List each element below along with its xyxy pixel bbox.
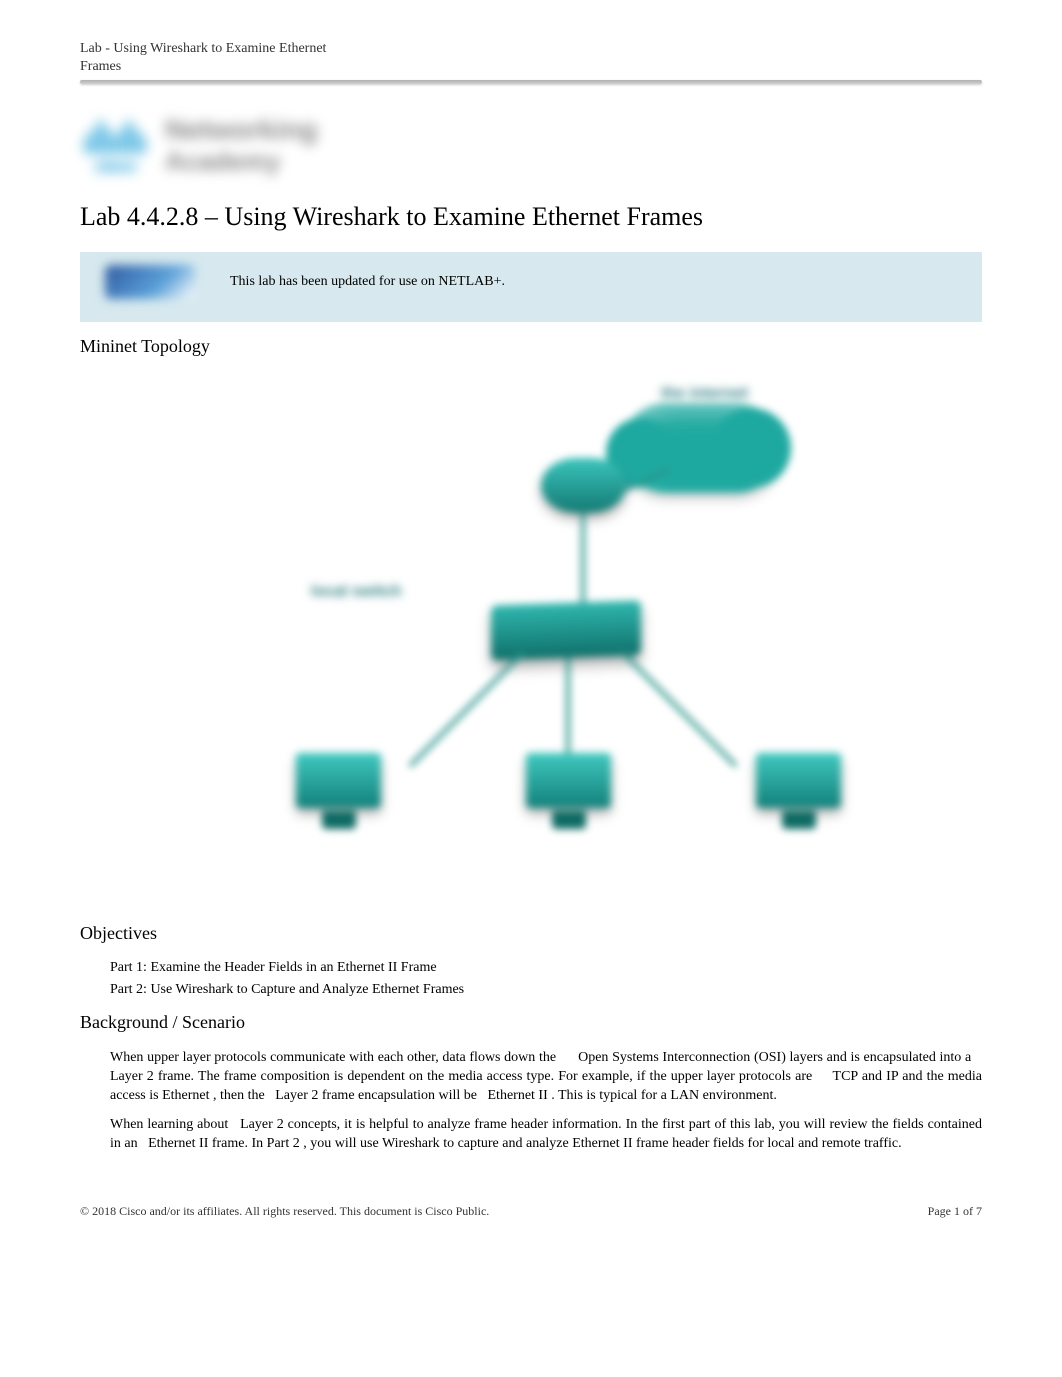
header-rule (80, 80, 982, 84)
page-footer: © 2018 Cisco and/or its affiliates. All … (80, 1204, 982, 1219)
header-line1: Lab - Using Wireshark to Examine Etherne… (80, 40, 982, 58)
p1-text-c: ) layers and is encapsulated into a (781, 1050, 975, 1065)
topology-diagram: the internet local switch (80, 373, 982, 893)
link-switch-pc3 (622, 652, 738, 768)
footer-copyright: © 2018 Cisco and/or its affiliates. All … (80, 1204, 489, 1219)
objective-part1: Part 1: Examine the Header Fields in an … (110, 960, 982, 976)
p1-ip: IP (886, 1069, 898, 1084)
p1-text-h: . This is typical for a LAN environment. (551, 1088, 777, 1103)
p2-text-d: , you will use (303, 1136, 382, 1151)
p1-text-d: frame. The frame composition is dependen… (158, 1069, 816, 1084)
p2-ethii2: Ethernet II (572, 1136, 632, 1151)
p1-layer2-2: Layer 2 (275, 1088, 318, 1103)
objective-part2: Part 2: Use Wireshark to Capture and Ana… (110, 982, 982, 998)
p2-part2: Part 2 (267, 1136, 300, 1151)
link-switch-pc1 (408, 652, 524, 768)
page-title: Lab 4.4.2.8 – Using Wireshark to Examine… (80, 202, 982, 232)
link-router-switch (581, 513, 585, 608)
background-para-1: When upper layer protocols communicate w… (110, 1049, 982, 1106)
p2-ethii: Ethernet II (148, 1136, 208, 1151)
cisco-logo-icon: cisco (85, 114, 145, 177)
footer-page-number: Page 1 of 7 (928, 1204, 982, 1219)
pc2-icon (521, 753, 616, 838)
link-switch-pc2 (566, 658, 570, 758)
p1-osi: OSI (759, 1050, 782, 1065)
topology-cloud-label: the internet (661, 385, 748, 403)
netlab-banner: This lab has been updated for use on NET… (80, 252, 982, 322)
p2-text-f: frame header fields for local and remote… (636, 1136, 902, 1151)
p1-text-g: frame encapsulation will be (322, 1088, 481, 1103)
p2-text-a: When learning about (110, 1117, 232, 1132)
switch-icon (491, 601, 641, 661)
netlab-notice-text: This lab has been updated for use on NET… (230, 274, 505, 291)
logo-line2: Academy (165, 146, 317, 177)
objectives-heading: Objectives (80, 923, 982, 944)
pc1-icon (291, 753, 386, 838)
logo-line1: Networking (165, 114, 317, 146)
p1-eth: Ethernet (162, 1088, 209, 1103)
p2-text-c: frame. In (212, 1136, 267, 1151)
p1-and1: and (862, 1069, 886, 1084)
background-para-2: When learning about Layer 2 concepts, it… (110, 1116, 982, 1154)
objectives-list: Part 1: Examine the Header Fields in an … (110, 960, 982, 998)
pc3-icon (751, 753, 846, 838)
p1-layer2-1: Layer 2 (110, 1069, 154, 1084)
p2-text-e: to capture and analyze (443, 1136, 572, 1151)
topology-switch-label: local switch (311, 583, 402, 601)
cisco-brand-text: cisco (94, 156, 135, 177)
p1-osi-full: Open Systems Interconnection (578, 1050, 750, 1065)
background-heading: Background / Scenario (80, 1012, 982, 1033)
p1-text-f: , then the (213, 1088, 268, 1103)
cisco-bars-icon (85, 114, 145, 154)
cisco-networking-academy-logo: cisco Networking Academy (80, 114, 982, 177)
p2-wireshark: Wireshark (382, 1136, 440, 1151)
p1-tcp: TCP (833, 1069, 858, 1084)
header-doc-label: Lab - Using Wireshark to Examine Etherne… (80, 40, 982, 76)
p1-ethii: Ethernet II (488, 1088, 548, 1103)
academy-logo-text: Networking Academy (165, 114, 317, 177)
ndg-logo-icon (90, 262, 210, 302)
header-line2: Frames (80, 58, 982, 76)
router-icon (541, 458, 626, 513)
p1-text-a: When upper layer protocols communicate w… (110, 1050, 560, 1065)
topology-heading: Mininet Topology (80, 336, 982, 357)
p2-layer2: Layer 2 (240, 1117, 284, 1132)
